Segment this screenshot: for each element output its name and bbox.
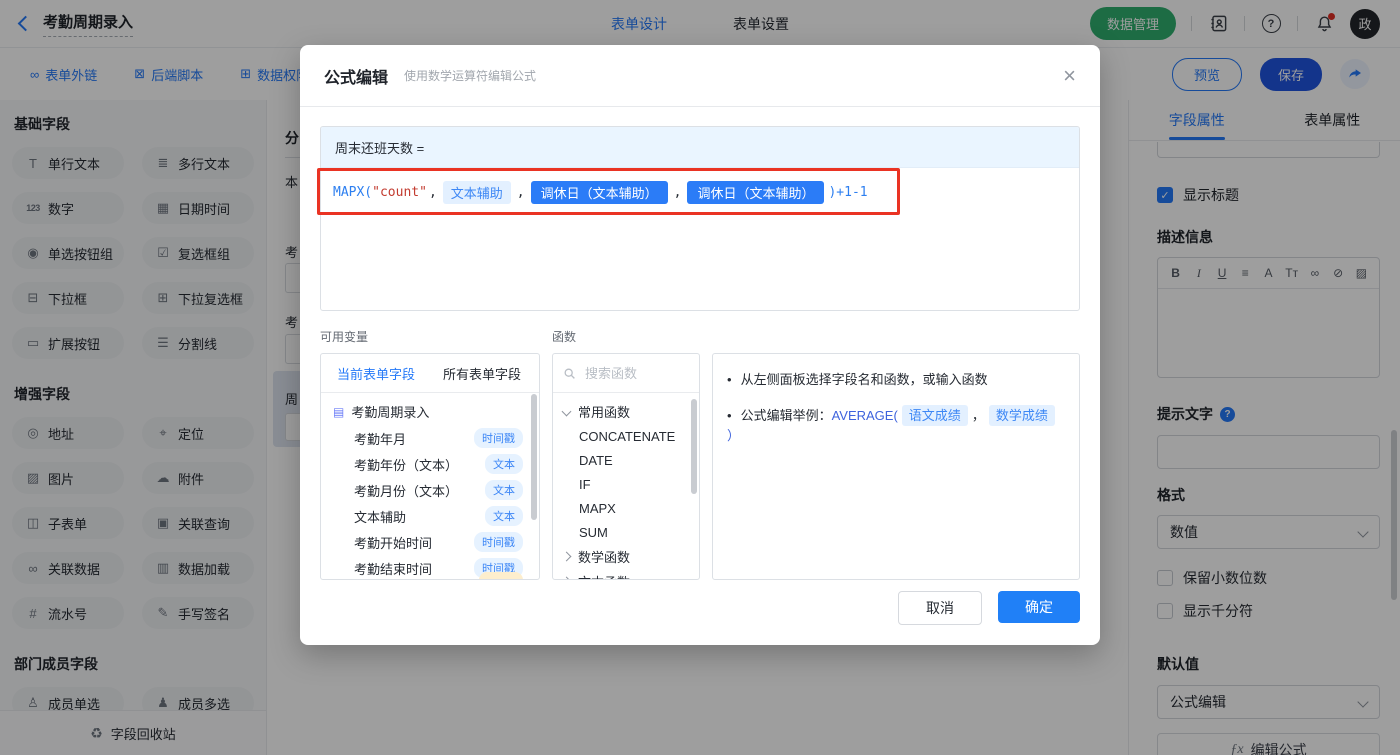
modal-panels: 当前表单字段 所有表单字段 ▤ 考勤周期录入 考勤年月 时间戳 考勤年份（文本）… [320, 353, 1080, 580]
confirm-button[interactable]: 确定 [998, 591, 1080, 623]
field-type-badge: 文本 [485, 506, 523, 526]
search-icon [563, 367, 576, 380]
variable-row[interactable]: 考勤开始时间 时间戳 [321, 529, 539, 555]
variables-tree-root[interactable]: ▤ 考勤周期录入 [321, 393, 539, 425]
modal-header: 公式编辑 使用数学运算符编辑公式 × [300, 45, 1100, 107]
formula-input-area[interactable]: MAPX("count", 文本辅助, 调休日（文本辅助）, 调休日（文本辅助） )+1… [321, 168, 1079, 217]
field-type-badge: 文本 [485, 480, 523, 500]
document-icon: ▤ [333, 405, 344, 419]
chevron-down-icon [562, 407, 572, 417]
modal-title: 公式编辑 [324, 64, 388, 88]
field-type-badge: 文本 [485, 454, 523, 474]
formula-token-fn: )+1-1 [828, 185, 867, 200]
formula-token-fn: MAPX( [333, 185, 372, 200]
chevron-right-icon [562, 552, 572, 562]
variable-row[interactable]: 文本辅助 文本 [321, 503, 539, 529]
field-type-badge: 时间戳 [474, 428, 523, 448]
tab-all-form-fields[interactable]: 所有表单字段 [443, 364, 521, 383]
function-group-text[interactable]: 文本函数 [553, 569, 699, 580]
function-item-date[interactable]: DATE [553, 448, 699, 472]
function-item-if[interactable]: IF [553, 472, 699, 496]
variable-row[interactable]: 考勤年份（文本） 文本 [321, 451, 539, 477]
field-type-badge: 时间戳 [474, 532, 523, 552]
help-panel: 从左侧面板选择字段名和函数，或输入函数 公式编辑举例： AVERAGE( 语文成… [712, 353, 1080, 580]
variables-tabs: 当前表单字段 所有表单字段 [321, 354, 539, 393]
help-list: 从左侧面板选择字段名和函数，或输入函数 公式编辑举例： AVERAGE( 语文成… [727, 370, 1065, 446]
formula-field-chip-selected[interactable]: 调休日（文本辅助） [531, 181, 668, 204]
function-search-input[interactable] [583, 365, 687, 382]
chevron-right-icon [562, 577, 572, 580]
example-function: AVERAGE( [832, 406, 898, 426]
variables-label: 可用变量 [320, 328, 552, 345]
formula-edit-modal: 公式编辑 使用数学运算符编辑公式 × 周末还班天数 = MAPX("count"… [300, 45, 1100, 645]
function-group-common[interactable]: 常用函数 [553, 399, 699, 424]
variables-scrollbar[interactable] [531, 394, 537, 520]
formula-field-chip-selected[interactable]: 调休日（文本辅助） [687, 181, 824, 204]
example-field-chip: 语文成绩 [902, 405, 968, 427]
variable-row[interactable]: 考勤年月 时间戳 [321, 425, 539, 451]
function-group-math[interactable]: 数学函数 [553, 544, 699, 569]
formula-field-chip[interactable]: 文本辅助 [443, 181, 511, 204]
formula-line: MAPX("count", 文本辅助, 调休日（文本辅助）, 调休日（文本辅助） )+1… [333, 181, 1067, 204]
help-line-1: 从左侧面板选择字段名和函数，或输入函数 [727, 370, 1065, 390]
function-item-concatenate[interactable]: CONCATENATE [553, 424, 699, 448]
formula-target-bar: 周末还班天数 = [321, 127, 1079, 168]
form-designer-app: 考勤周期录入 表单设计 表单设置 数据管理 ? [0, 0, 1400, 755]
formula-token-string: "count" [372, 185, 427, 200]
function-search-row [553, 354, 699, 393]
panel-labels: 可用变量 函数 [320, 328, 1080, 345]
cancel-button[interactable]: 取消 [898, 591, 982, 625]
function-item-sum[interactable]: SUM [553, 520, 699, 544]
close-icon[interactable]: × [1063, 65, 1076, 87]
partial-badge [479, 572, 523, 580]
tab-current-form-fields[interactable]: 当前表单字段 [337, 364, 415, 383]
help-line-2: 公式编辑举例： AVERAGE( 语文成绩 ， 数学成绩 ） [727, 405, 1065, 446]
functions-panel: 常用函数 CONCATENATE DATE IF MAPX SUM 数学函数 文… [552, 353, 700, 580]
modal-footer: 取消 确定 [898, 591, 1080, 625]
functions-scrollbar[interactable] [691, 399, 697, 494]
modal-subtitle: 使用数学运算符编辑公式 [404, 67, 536, 84]
formula-token-comma: , [517, 185, 525, 200]
formula-editor-box: 周末还班天数 = MAPX("count", 文本辅助, 调休日（文本辅助）, 调休日… [320, 126, 1080, 311]
variables-panel: 当前表单字段 所有表单字段 ▤ 考勤周期录入 考勤年月 时间戳 考勤年份（文本）… [320, 353, 540, 580]
functions-label: 函数 [552, 328, 576, 345]
function-item-mapx[interactable]: MAPX [553, 496, 699, 520]
formula-token-comma: , [429, 185, 437, 200]
formula-token-comma: , [674, 185, 682, 200]
variable-row[interactable]: 考勤月份（文本） 文本 [321, 477, 539, 503]
example-close-paren: ） [727, 426, 740, 446]
example-field-chip: 数学成绩 [989, 405, 1055, 427]
